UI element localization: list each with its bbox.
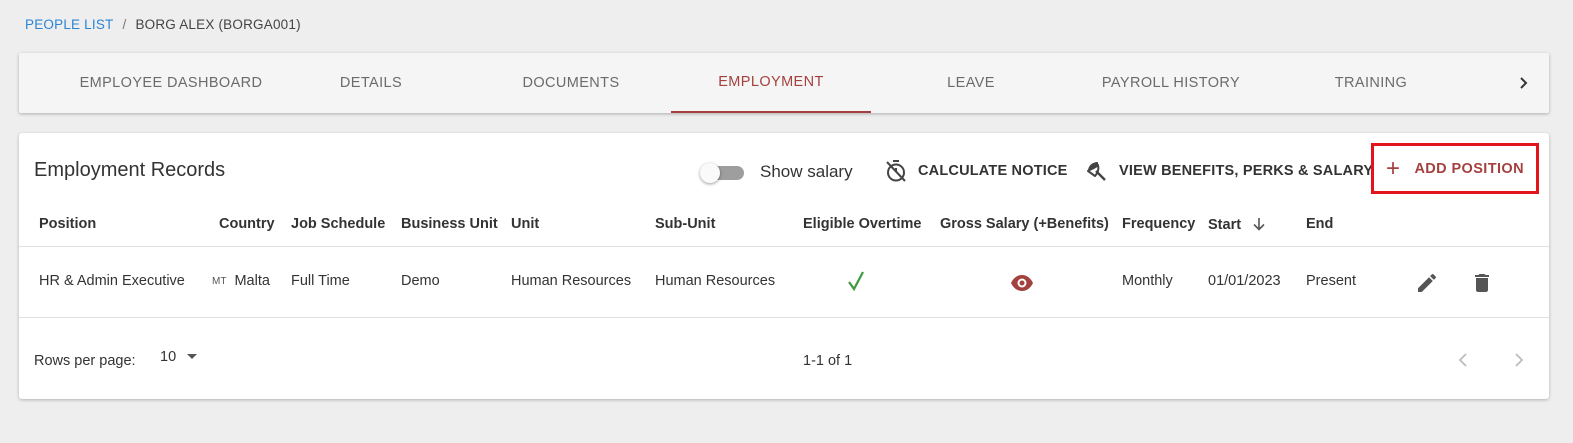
cell-job-schedule: Full Time: [291, 273, 350, 289]
column-header-start[interactable]: Start: [1208, 216, 1267, 233]
eye-icon[interactable]: [1010, 274, 1034, 296]
tab-documents[interactable]: DOCUMENTS: [471, 53, 671, 113]
column-header-unit[interactable]: Unit: [511, 216, 539, 232]
cell-country: MT Malta: [212, 273, 270, 289]
cell-end: Present: [1306, 273, 1356, 289]
tab-leave[interactable]: LEAVE: [871, 53, 1071, 113]
column-header-position[interactable]: Position: [39, 216, 96, 232]
rows-per-page-value: 10: [160, 349, 177, 365]
view-benefits-button[interactable]: VIEW BENEFITS, PERKS & SALARY: [1085, 159, 1373, 183]
column-header-sub-unit[interactable]: Sub-Unit: [655, 216, 715, 232]
delete-trash-icon[interactable]: [1470, 271, 1494, 299]
tab-payroll-history[interactable]: PAYROLL HISTORY: [1071, 53, 1271, 113]
breadcrumb: PEOPLE LIST / BORG ALEX (BORGA001): [25, 17, 301, 32]
rows-per-page-label: Rows per page:: [34, 353, 136, 369]
breadcrumb-current: BORG ALEX (BORGA001): [135, 17, 301, 32]
cell-start: 01/01/2023: [1208, 273, 1281, 289]
next-page-chevron-icon[interactable]: [1506, 347, 1532, 373]
beach-umbrella-icon: [1087, 162, 1106, 181]
view-benefits-label: VIEW BENEFITS, PERKS & SALARY: [1119, 163, 1374, 179]
tab-details[interactable]: DETAILS: [271, 53, 471, 113]
dropdown-arrow-icon: [187, 354, 198, 359]
cell-frequency: Monthly: [1122, 273, 1173, 289]
previous-page-chevron-icon[interactable]: [1450, 347, 1476, 373]
column-header-country[interactable]: Country: [219, 216, 275, 232]
toggle-knob: [700, 163, 720, 183]
section-title: Employment Records: [34, 159, 226, 181]
pagination-range: 1-1 of 1: [803, 353, 853, 369]
header-divider: [19, 246, 1549, 247]
add-position-button[interactable]: + ADD POSITION: [1371, 143, 1539, 194]
employment-records-card: Employment Records Show salary CALCULATE…: [19, 133, 1549, 399]
tab-employment[interactable]: EMPLOYMENT: [671, 53, 871, 113]
cell-unit: Human Resources: [511, 273, 632, 289]
column-header-start-label: Start: [1208, 217, 1242, 233]
show-salary-label: Show salary: [760, 162, 853, 181]
column-header-eligible-overtime[interactable]: Eligible Overtime: [803, 216, 921, 232]
plus-icon: +: [1386, 154, 1401, 182]
edit-pencil-icon[interactable]: [1415, 271, 1439, 299]
cell-country-name: Malta: [234, 273, 270, 289]
breadcrumb-people-list-link[interactable]: PEOPLE LIST: [25, 17, 114, 32]
add-position-label: ADD POSITION: [1414, 160, 1524, 177]
rows-per-page-select[interactable]: 10: [160, 349, 198, 365]
column-header-business-unit[interactable]: Business Unit: [401, 216, 498, 232]
show-salary-toggle[interactable]: [700, 163, 746, 183]
tab-employee-dashboard[interactable]: EMPLOYEE DASHBOARD: [71, 53, 271, 113]
cell-business-unit: Demo: [401, 273, 440, 289]
calculate-notice-button[interactable]: CALCULATE NOTICE: [884, 159, 1068, 183]
timer-off-icon: [886, 160, 906, 182]
tab-training[interactable]: TRAINING: [1271, 53, 1471, 113]
column-header-job-schedule[interactable]: Job Schedule: [291, 216, 385, 232]
sort-arrow-down-icon: [1253, 218, 1265, 231]
check-icon: [847, 270, 865, 296]
column-header-end[interactable]: End: [1306, 216, 1333, 232]
breadcrumb-separator: /: [122, 17, 127, 32]
column-header-frequency[interactable]: Frequency: [1122, 216, 1195, 232]
row-divider: [19, 317, 1549, 318]
cell-sub-unit: Human Resources: [655, 273, 776, 289]
tabs-next-chevron-icon[interactable]: [1509, 53, 1539, 113]
column-header-gross-salary[interactable]: Gross Salary (+Benefits): [940, 216, 1109, 232]
tab-bar: EMPLOYEE DASHBOARD DETAILS DOCUMENTS EMP…: [19, 53, 1549, 113]
country-flag-icon: MT: [212, 276, 227, 287]
cell-position: HR & Admin Executive: [39, 273, 185, 289]
calculate-notice-label: CALCULATE NOTICE: [918, 163, 1068, 179]
